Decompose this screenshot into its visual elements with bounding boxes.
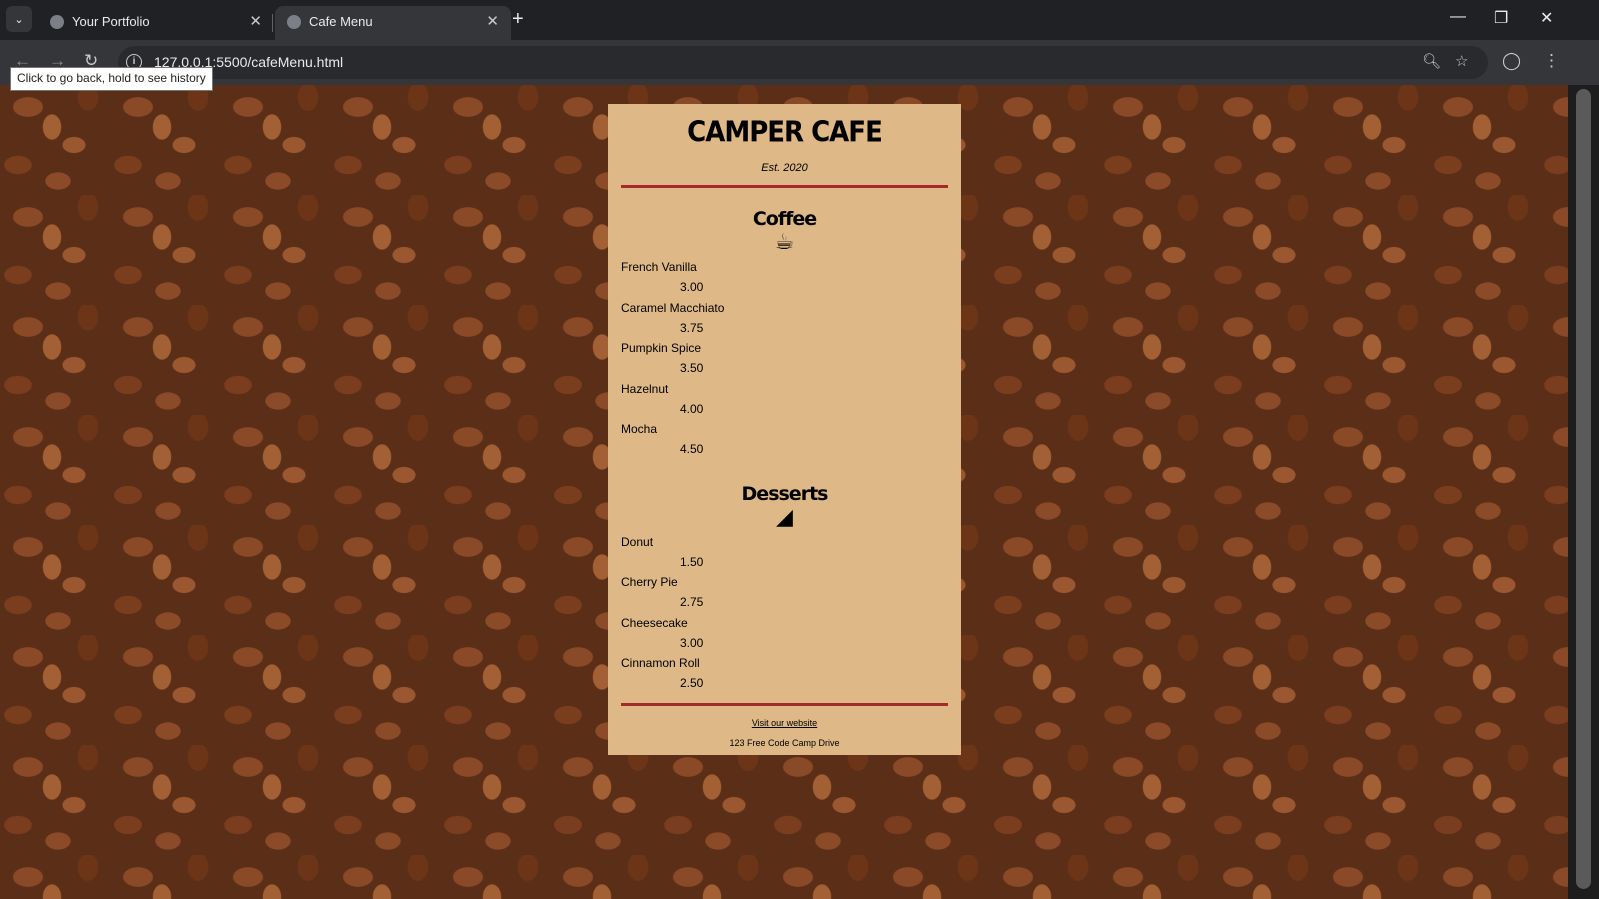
page-viewport: CAMPER CAFE Est. 2020 Coffee ☕︎ French V… xyxy=(0,85,1568,899)
globe-icon xyxy=(287,15,301,29)
bottom-divider xyxy=(621,702,948,706)
restore-icon[interactable]: ❐ xyxy=(1494,8,1508,28)
item-price: 4.00 xyxy=(680,401,704,416)
menu-item: Cheesecake 3.00 xyxy=(621,614,948,655)
zoom-icon[interactable]: 🔍︎ xyxy=(1422,52,1441,70)
close-icon[interactable]: ✕ xyxy=(486,12,499,30)
address-text: 123 Free Code Camp Drive xyxy=(729,737,840,748)
menu-item: French Vanilla 3.00 xyxy=(621,258,948,299)
item-flavor: Cheesecake xyxy=(621,615,688,630)
item-flavor: Hazelnut xyxy=(621,381,669,396)
minimize-icon[interactable]: — xyxy=(1450,8,1466,26)
coffee-list: French Vanilla 3.00 Caramel Macchiato 3.75 P… xyxy=(621,258,948,461)
item-price: 4.50 xyxy=(680,442,704,456)
tab-title: Cafe Menu xyxy=(309,14,373,29)
item-price: 2.75 xyxy=(680,595,704,609)
pie-slice-icon: ◢ xyxy=(776,503,793,529)
menu-item: Donut 1.50 xyxy=(621,533,948,574)
window-close-icon[interactable]: ✕ xyxy=(1540,8,1553,28)
address-bar[interactable]: i 127.0.0.1:5500/cafeMenu.html 🔍︎ ☆ xyxy=(118,46,1488,79)
globe-icon xyxy=(50,15,64,29)
item-price: 2.50 xyxy=(680,676,704,690)
menu-item: Pumpkin Spice 3.50 xyxy=(621,339,948,380)
menu-item: Cinnamon Roll 2.50 xyxy=(621,654,948,695)
item-price: 3.00 xyxy=(680,280,704,294)
new-tab-plus-icon[interactable]: + xyxy=(512,8,524,31)
more-menu-icon[interactable]: ⋮ xyxy=(1543,51,1560,71)
desserts-section-title: Desserts xyxy=(741,482,829,505)
bookmark-star-icon[interactable]: ☆ xyxy=(1455,52,1468,70)
tab-search-chevron-icon[interactable]: ⌄ xyxy=(6,6,32,32)
scrollbar[interactable] xyxy=(1568,85,1599,899)
tab-separator xyxy=(272,14,273,32)
menu-item: Caramel Macchiato 3.75 xyxy=(621,299,948,340)
top-divider xyxy=(621,185,948,188)
coffee-cup-icon: ☕︎ xyxy=(774,229,795,254)
back-button-tooltip: Click to go back, hold to see history xyxy=(10,67,213,91)
item-flavor: Mocha xyxy=(621,422,658,436)
item-price: 3.00 xyxy=(680,635,704,650)
item-flavor: Pumpkin Spice xyxy=(621,341,702,355)
visit-website-link[interactable]: Visit our website xyxy=(621,718,948,728)
item-flavor: Cherry Pie xyxy=(621,575,678,589)
item-price: 1.50 xyxy=(680,554,704,569)
dessert-list: Donut 1.50 Cherry Pie 2.75 Cheesecake 3.00 Cin… xyxy=(621,533,948,695)
item-flavor: Caramel Macchiato xyxy=(621,300,725,315)
item-flavor: Cinnamon Roll xyxy=(621,656,700,670)
established-text: Est. 2020 xyxy=(761,162,808,174)
cafe-name: CAMPER CAFE xyxy=(687,116,883,150)
tab-your-portfolio[interactable]: Your Portfolio ✕ xyxy=(38,6,274,40)
item-flavor: Donut xyxy=(621,534,654,549)
menu-item: Mocha 4.50 xyxy=(621,420,948,461)
close-icon[interactable]: ✕ xyxy=(249,12,262,30)
menu-item: Cherry Pie 2.75 xyxy=(621,573,948,614)
item-price: 3.50 xyxy=(680,361,704,375)
profile-icon[interactable]: ◯ xyxy=(1502,51,1521,71)
tab-strip: ⌄ Your Portfolio ✕ Cafe Menu ✕ + — ❐ ✕ xyxy=(0,0,1599,40)
menu-card: CAMPER CAFE Est. 2020 Coffee ☕︎ French V… xyxy=(608,104,961,755)
coffee-section-title: Coffee xyxy=(752,208,817,230)
item-flavor: French Vanilla xyxy=(621,260,697,274)
browser-toolbar: ← → ↻ i 127.0.0.1:5500/cafeMenu.html 🔍︎ … xyxy=(0,40,1599,85)
tab-cafe-menu[interactable]: Cafe Menu ✕ xyxy=(275,6,511,40)
scrollbar-thumb[interactable] xyxy=(1576,89,1591,889)
item-price: 3.75 xyxy=(680,320,704,335)
menu-item: Hazelnut 4.00 xyxy=(621,380,948,421)
tab-title: Your Portfolio xyxy=(72,14,150,29)
